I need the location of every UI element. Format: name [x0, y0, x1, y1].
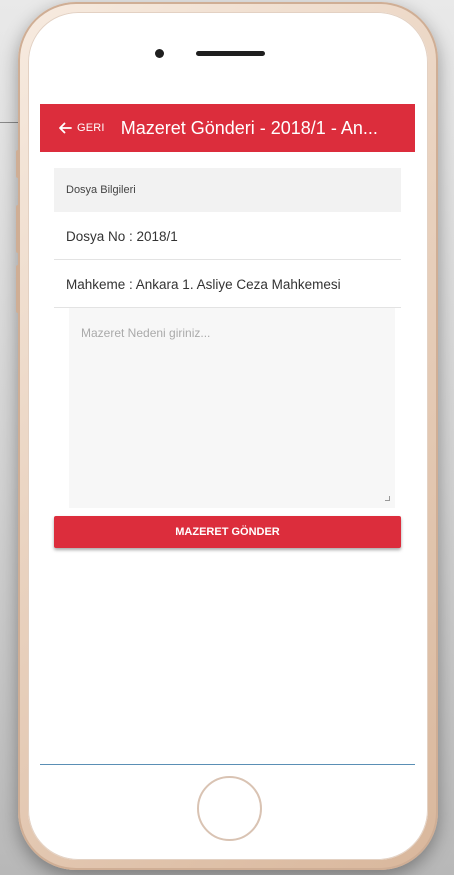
- court-text: Mahkeme : Ankara 1. Asliye Ceza Mahkemes…: [66, 277, 341, 292]
- app-header: GERI Mazeret Gönderi - 2018/1 - An...: [40, 104, 415, 152]
- phone-mute-switch: [16, 150, 20, 178]
- back-button-label: GERI: [77, 122, 105, 134]
- back-button[interactable]: GERI: [57, 120, 105, 136]
- textarea-resize-handle[interactable]: [385, 496, 390, 501]
- home-button-icon[interactable]: [197, 776, 262, 841]
- file-number-text: Dosya No : 2018/1: [66, 229, 178, 244]
- file-info-section-header: Dosya Bilgileri: [54, 168, 401, 212]
- phone-volume-up: [16, 205, 20, 253]
- section-title: Dosya Bilgileri: [66, 184, 136, 196]
- page-title: Mazeret Gönderi - 2018/1 - An...: [120, 117, 378, 138]
- submit-excuse-button[interactable]: MAZERET GÖNDER: [54, 516, 401, 548]
- app-screen: GERI Mazeret Gönderi - 2018/1 - An... Do…: [40, 104, 415, 765]
- excuse-reason-input[interactable]: [69, 308, 395, 508]
- camera-icon: [155, 49, 164, 58]
- court-row: Mahkeme : Ankara 1. Asliye Ceza Mahkemes…: [54, 262, 401, 308]
- arrow-left-icon: [59, 122, 72, 134]
- phone-volume-down: [16, 265, 20, 313]
- file-number-row: Dosya No : 2018/1: [54, 214, 401, 260]
- speaker-icon: [196, 51, 265, 56]
